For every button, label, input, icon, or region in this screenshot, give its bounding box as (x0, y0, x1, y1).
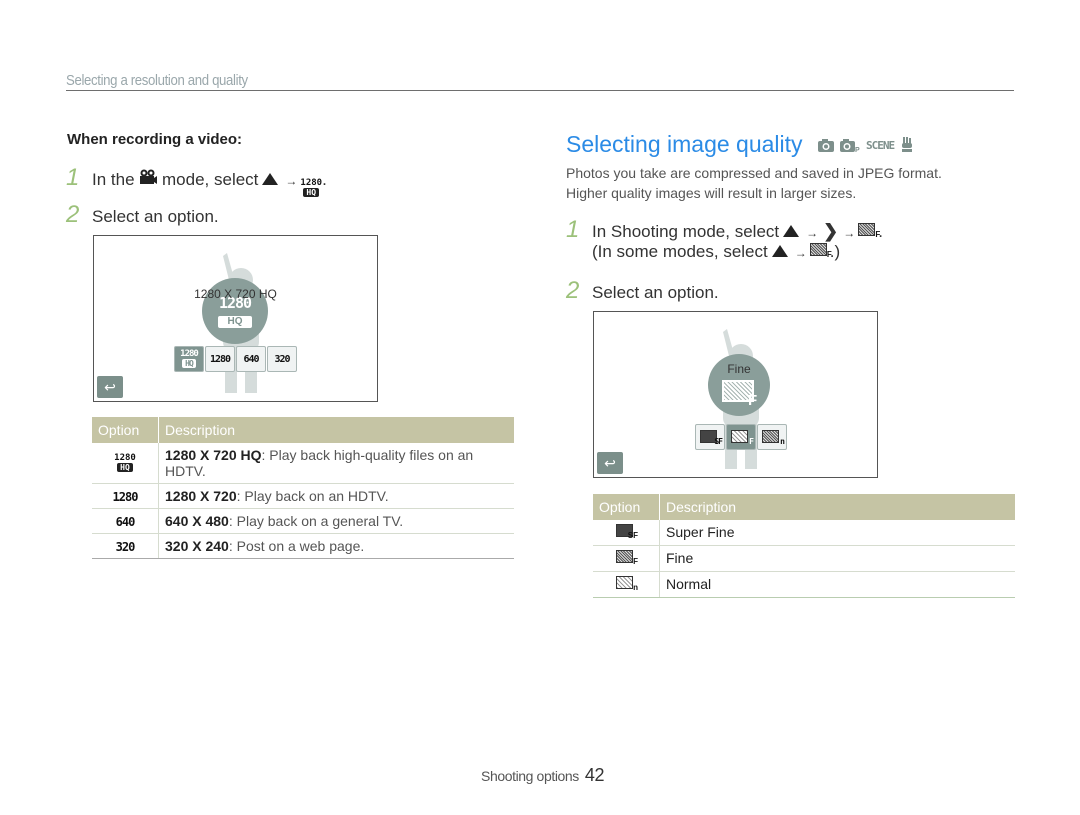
option-super-fine[interactable]: SF (695, 424, 725, 450)
normal-icon: n (616, 576, 638, 592)
1280-hq-icon: 1280 HQ (114, 453, 136, 472)
step-1-video: 1 In the mode, select → 1280 HQ . (66, 164, 327, 197)
option-name: 320 X 240 (165, 538, 229, 554)
step-text: mode, select (162, 170, 259, 189)
320-icon: 320 (115, 540, 136, 554)
back-button[interactable]: ↩ (597, 452, 623, 474)
option-fine[interactable]: F (726, 424, 756, 450)
paragraph-line: Higher quality images will result in lar… (566, 185, 857, 201)
option-1280-hq[interactable]: 1280 HQ (174, 346, 204, 372)
step-text: Select an option. (92, 207, 219, 226)
option-640[interactable]: 640 (236, 346, 266, 372)
option-normal[interactable]: n (757, 424, 787, 450)
table-row: n Normal (593, 571, 1015, 598)
step-number: 1 (566, 216, 580, 243)
camera-p-icon: P (840, 138, 860, 152)
page-title: Selecting image quality (566, 131, 803, 157)
option-name: 1280 X 720 HQ (165, 447, 262, 463)
option-desc: Super Fine (659, 520, 1015, 546)
chevron-right-icon: ❯ (823, 221, 839, 241)
up-triangle-icon (783, 225, 800, 237)
column-header-description: Description (659, 494, 1015, 520)
up-triangle-icon (262, 173, 279, 185)
option-desc: : Play back on a general TV. (228, 513, 404, 529)
quality-dial: Fine F (708, 354, 770, 416)
dual-is-icon (902, 137, 913, 152)
option-name: 640 X 480 (165, 513, 229, 529)
camera-screen-resolution: 1280 HQ 1280 X 720 HQ 1280 HQ 1280 640 32… (93, 235, 378, 402)
step-1-alt: (In some modes, select → F .) (592, 242, 840, 262)
arrow: → (806, 226, 819, 240)
column-header-description: Description (158, 417, 514, 443)
option-desc: : Play back on an HDTV. (236, 488, 389, 504)
640-icon: 640 (115, 515, 136, 529)
arrow: → (285, 174, 298, 188)
scene-icon: SCENE (866, 138, 895, 152)
arrow: → (843, 226, 856, 240)
back-icon: ↩ (104, 378, 116, 395)
step-1-quality: 1 In Shooting mode, select → ❯ → F . (566, 216, 883, 244)
step-number: 1 (66, 164, 80, 191)
table-row: F Fine (593, 545, 1015, 572)
step-2-video: 2 Select an option. (66, 201, 219, 229)
table-row: 320 320 X 240: Post on a web page. (92, 533, 514, 559)
step-text: In the (92, 170, 135, 189)
page-footer: Shooting options 42 (481, 765, 605, 786)
option-desc: Fine (659, 545, 1015, 572)
step-2-quality: 2 Select an option. (566, 277, 719, 305)
resolution-options-table: Option Description 1280 HQ 1280 X 720 HQ:… (92, 417, 514, 559)
1280-hq-icon: 1280 HQ (300, 178, 323, 197)
header-divider (66, 90, 1014, 91)
option-name: 1280 X 720 (165, 488, 237, 504)
step-number: 2 (566, 277, 580, 304)
svg-text:P: P (855, 147, 860, 152)
fine-quality-icon: F (858, 223, 880, 239)
table-row: 1280 1280 X 720: Play back on an HDTV. (92, 483, 514, 509)
option-320[interactable]: 320 (267, 346, 297, 372)
step-number: 2 (66, 201, 80, 228)
table-row: 640 640 X 480: Play back on a general TV… (92, 508, 514, 534)
dial-label: 1280 X 720 HQ (194, 287, 277, 301)
table-row: SF Super Fine (593, 520, 1015, 546)
dial-label: Fine (727, 362, 751, 376)
camera-screen-quality: Fine F SF F n ↩ (593, 311, 878, 478)
fine-icon: F (616, 550, 638, 566)
table-row: 1280 HQ 1280 X 720 HQ: Play back high-qua… (92, 443, 514, 484)
dial-hq: HQ (218, 316, 252, 328)
step-text: Select an option. (592, 283, 719, 302)
camera-icon (818, 138, 834, 152)
section-title: Selecting a resolution and quality (66, 72, 248, 89)
paragraph-line: Photos you take are compressed and saved… (566, 165, 942, 181)
up-triangle-icon (771, 245, 788, 257)
fine-letter: F (748, 392, 758, 409)
video-camera-icon (139, 169, 158, 190)
step-text: (In some modes, select (592, 242, 768, 261)
option-desc: : Post on a web page. (228, 538, 365, 554)
footer-label: Shooting options (481, 768, 579, 784)
period: . (322, 170, 327, 189)
quality-options-table: Option Description SF Super Fine F Fine … (593, 494, 1015, 598)
step-text: In Shooting mode, select (592, 222, 780, 241)
arrow: → (794, 246, 807, 260)
intro-paragraph: Photos you take are compressed and saved… (566, 163, 942, 203)
page-number: 42 (584, 765, 605, 785)
fine-quality-icon: F (809, 243, 832, 259)
column-header-option: Option (92, 417, 159, 443)
1280-icon: 1280 (112, 490, 139, 504)
option-1280[interactable]: 1280 (205, 346, 235, 372)
option-desc: Normal (659, 571, 1015, 598)
column-header-option: Option (593, 494, 660, 520)
back-icon: ↩ (604, 454, 616, 471)
mode-icons: P SCENE (818, 137, 914, 153)
back-button[interactable]: ↩ (97, 376, 123, 398)
subheading-video: When recording a video: (67, 131, 243, 148)
super-fine-icon: SF (616, 524, 638, 540)
